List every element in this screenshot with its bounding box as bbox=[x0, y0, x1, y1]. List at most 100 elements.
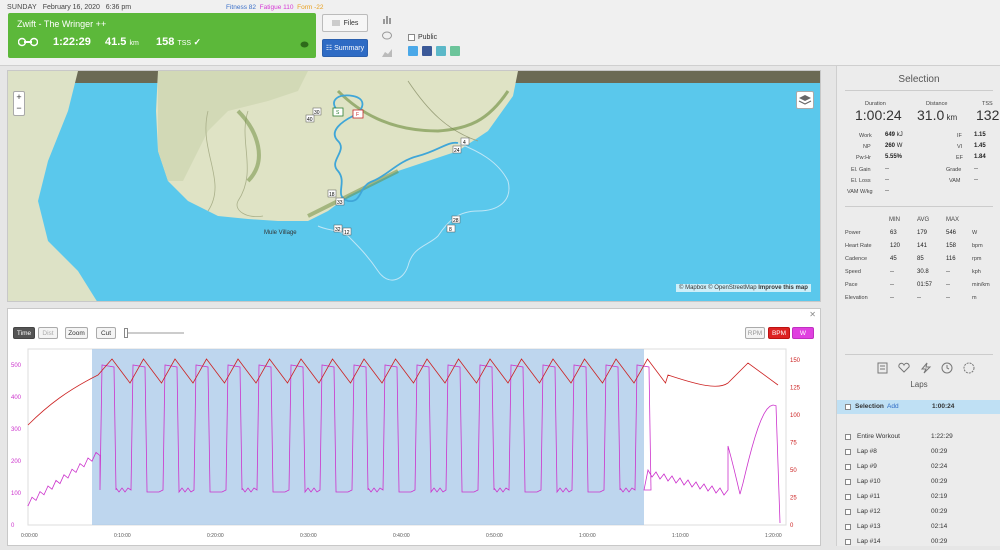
lap-row[interactable]: Lap #12 00:29 bbox=[845, 507, 1000, 520]
map-zoom-control[interactable]: + − bbox=[13, 91, 25, 116]
vam-label: VAM bbox=[949, 178, 961, 184]
right-axis-tick: 100 bbox=[790, 413, 801, 419]
right-axis-tick: 125 bbox=[790, 386, 801, 392]
lap-row[interactable]: Entire Workout 1:22:29 bbox=[845, 432, 1000, 445]
lap-list-icon[interactable] bbox=[877, 362, 888, 374]
lap-checkbox[interactable] bbox=[845, 494, 851, 500]
map-attribution: © Mapbox © OpenStreetMap Improve this ma… bbox=[676, 284, 811, 292]
improve-map-link[interactable]: Improve this map bbox=[758, 285, 808, 291]
lap-checkbox[interactable] bbox=[845, 434, 851, 440]
lap-circle-icon[interactable] bbox=[963, 362, 975, 374]
smoothing-slider[interactable] bbox=[124, 328, 184, 338]
map-canvas[interactable]: Mule Village 30 40 S F 18 33 32 12 28 8 … bbox=[8, 71, 821, 302]
stat-row-max: 158 bbox=[946, 243, 957, 249]
duration-value: 1:00:24 bbox=[855, 107, 902, 123]
stat-row-unit: min/km bbox=[972, 282, 990, 288]
stat-row-avg: -- bbox=[917, 295, 921, 301]
zoom-out-button[interactable]: − bbox=[14, 103, 24, 114]
lap-checkbox[interactable] bbox=[845, 464, 851, 470]
lap-bolt-icon[interactable] bbox=[920, 362, 932, 374]
lap-clock-icon[interactable] bbox=[941, 362, 953, 374]
lap-name: Lap #14 bbox=[857, 538, 881, 545]
x-axis-tick: 0:50:00 bbox=[486, 533, 503, 539]
selection-title: Selection bbox=[898, 74, 940, 85]
workout-duration: 1:22:29 bbox=[53, 36, 91, 48]
lap-name: Lap #9 bbox=[857, 463, 877, 470]
twitter-share-icon[interactable] bbox=[408, 46, 418, 56]
chart-bars-icon[interactable] bbox=[382, 14, 392, 24]
lap-row[interactable]: Lap #9 02:24 bbox=[845, 462, 1000, 475]
lap-time: 00:29 bbox=[931, 448, 948, 455]
x-axis-tick: 1:10:00 bbox=[672, 533, 689, 539]
lap-checkbox[interactable] bbox=[845, 479, 851, 485]
workout-distance: 41.5 km bbox=[105, 36, 139, 48]
map-attribution-text: © Mapbox © OpenStreetMap bbox=[679, 285, 757, 291]
x-axis-tick: 0:20:00 bbox=[207, 533, 224, 539]
files-button[interactable]: Files bbox=[322, 14, 368, 32]
date-label: February 16, 2020 bbox=[42, 4, 100, 11]
area-chart-icon[interactable] bbox=[382, 47, 392, 57]
svg-text:30: 30 bbox=[314, 110, 320, 116]
power-hr-chart[interactable]: 500 400 300 200 100 0 150 125 100 75 50 25 0 0:00:00 0… bbox=[8, 345, 820, 545]
np-label: NP bbox=[863, 144, 871, 150]
zoom-in-button[interactable]: + bbox=[14, 92, 24, 103]
close-chart-icon[interactable]: ✕ bbox=[809, 310, 816, 319]
selection-lap-row[interactable]: Selection Add 1:00:24 bbox=[837, 400, 1000, 414]
cut-button[interactable]: Cut bbox=[96, 327, 116, 339]
lap-row[interactable]: Lap #8 00:29 bbox=[845, 447, 1000, 460]
slider-handle[interactable] bbox=[124, 328, 128, 338]
layers-button[interactable] bbox=[796, 91, 814, 109]
stat-row-min: 63 bbox=[890, 230, 897, 236]
lap-checkbox[interactable] bbox=[845, 509, 851, 515]
workout-summary-card[interactable]: Zwift - The Wringer ++ 1:22:29 41.5 km 1… bbox=[8, 13, 316, 58]
zoom-button[interactable]: Zoom bbox=[65, 327, 88, 339]
dist-toggle-button[interactable]: Dist bbox=[38, 327, 58, 339]
selection-checkbox[interactable] bbox=[845, 404, 851, 410]
lap-row[interactable]: Lap #14 00:29 bbox=[845, 537, 1000, 550]
elloss-value: -- bbox=[885, 177, 889, 183]
lap-row[interactable]: Lap #13 02:14 bbox=[845, 522, 1000, 535]
lap-time: 1:22:29 bbox=[931, 433, 953, 440]
left-axis-tick: 500 bbox=[11, 363, 22, 369]
avg-header: AVG bbox=[917, 217, 930, 223]
x-axis-tick: 1:20:00 bbox=[765, 533, 782, 539]
rpm-legend-toggle[interactable]: RPM bbox=[745, 327, 765, 339]
laps-title: Laps bbox=[910, 380, 928, 389]
route-map[interactable]: Mule Village 30 40 S F 18 33 32 12 28 8 … bbox=[7, 70, 821, 302]
lap-row[interactable]: Lap #11 02:19 bbox=[845, 492, 1000, 505]
lap-name: Entire Workout bbox=[857, 433, 900, 440]
svg-text:28: 28 bbox=[453, 218, 459, 224]
stat-row-max: 546 bbox=[946, 230, 957, 236]
left-axis-tick: 0 bbox=[11, 523, 15, 529]
stat-row-label: Elevation bbox=[845, 295, 868, 301]
facebook-share-icon[interactable] bbox=[422, 46, 432, 56]
right-axis-tick: 75 bbox=[790, 441, 797, 447]
day-label: SUNDAY bbox=[7, 4, 37, 11]
lap-heart-icon[interactable] bbox=[898, 362, 910, 373]
bpm-legend-toggle[interactable]: BPM bbox=[768, 327, 790, 339]
lap-name: Lap #12 bbox=[857, 508, 881, 515]
email-share-icon[interactable] bbox=[450, 46, 460, 56]
add-lap-button[interactable]: Add bbox=[887, 403, 899, 410]
link-share-icon[interactable] bbox=[436, 46, 446, 56]
grade-value: -- bbox=[974, 166, 978, 172]
time-toggle-button[interactable]: Time bbox=[13, 327, 35, 339]
min-header: MIN bbox=[889, 217, 900, 223]
chat-icon[interactable] bbox=[382, 31, 392, 41]
lap-checkbox[interactable] bbox=[845, 539, 851, 545]
lap-checkbox[interactable] bbox=[845, 449, 851, 455]
lap-checkbox[interactable] bbox=[845, 524, 851, 530]
lap-row[interactable]: Lap #10 00:29 bbox=[845, 477, 1000, 490]
stat-row-label: Pace bbox=[845, 282, 858, 288]
power-legend-toggle[interactable]: W bbox=[792, 327, 814, 339]
summary-button[interactable]: ☷ Summary bbox=[322, 39, 368, 57]
distance-value: 31.0 km bbox=[917, 107, 958, 123]
public-label: Public bbox=[418, 34, 438, 41]
vam-wkg-value: -- bbox=[885, 188, 889, 194]
lap-time: 02:24 bbox=[931, 463, 948, 470]
pwhr-value: 5.55% bbox=[885, 154, 903, 160]
x-axis-tick: 0:30:00 bbox=[300, 533, 317, 539]
stat-row-min: -- bbox=[890, 282, 894, 288]
svg-text:F: F bbox=[356, 112, 359, 118]
public-checkbox[interactable] bbox=[408, 34, 415, 41]
